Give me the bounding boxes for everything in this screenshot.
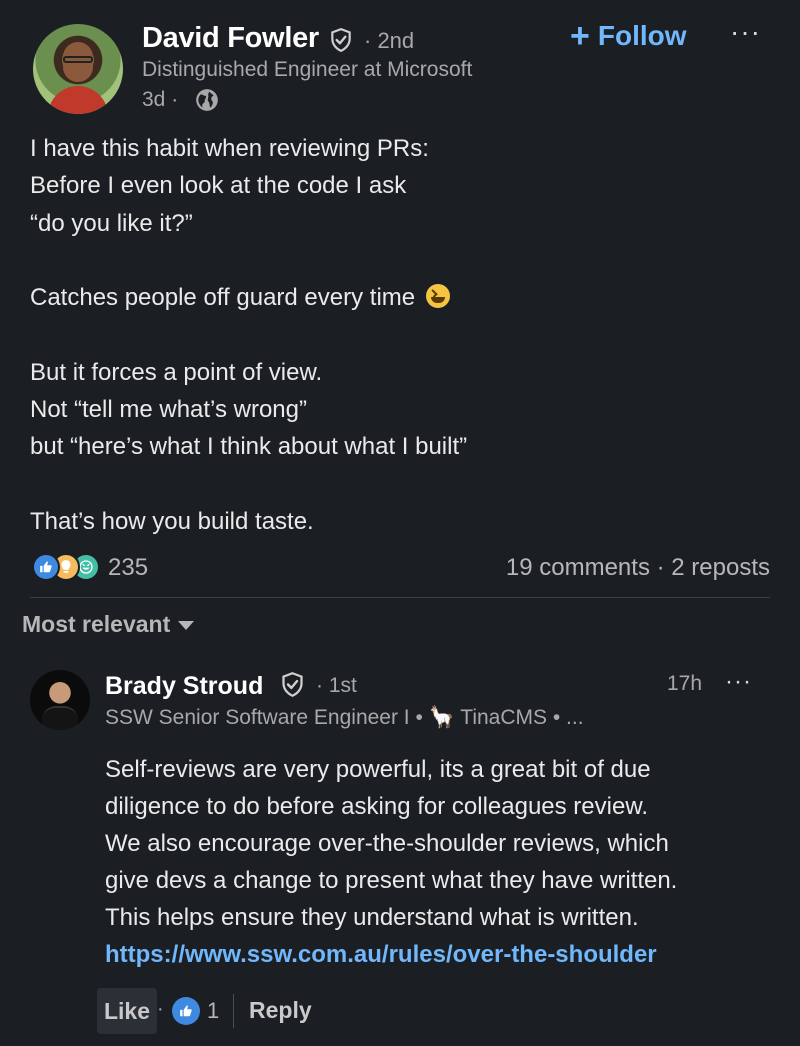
post-text: I have this habit when reviewing PRs: Be… <box>30 130 770 540</box>
laugh-emoji-icon <box>425 284 450 309</box>
comment-like-button[interactable]: Like <box>97 988 157 1034</box>
commenter-degree: · 1st <box>316 674 357 697</box>
post-line: “do you like it?” <box>30 209 193 237</box>
sort-label: Most relevant <box>22 611 171 637</box>
post-line: That’s how you build taste. <box>30 507 314 535</box>
connection-degree: · 2nd <box>364 28 415 53</box>
sort-dropdown[interactable]: Most relevant <box>22 611 195 638</box>
comment-line: diligence to do before asking for collea… <box>105 793 648 820</box>
verified-icon <box>282 672 303 697</box>
like-reaction-icon[interactable] <box>172 997 200 1025</box>
commenter-name[interactable]: Brady Stroud <box>105 672 263 701</box>
comment-line: Self-reviews are very powerful, its a gr… <box>105 756 651 783</box>
action-divider <box>233 994 234 1028</box>
post-time: 3d · <box>142 88 179 111</box>
reaction-icons[interactable] <box>32 553 112 583</box>
reaction-count[interactable]: 235 <box>108 554 148 582</box>
comments-reposts-count[interactable]: 19 comments · 2 reposts <box>506 554 770 582</box>
post-line: Catches people off guard every time <box>30 284 416 312</box>
comment-more-icon[interactable]: ··· <box>725 668 752 696</box>
follow-label: Follow <box>597 20 687 51</box>
divider <box>30 597 770 598</box>
comment-link[interactable]: https://www.ssw.com.au/rules/over-the-sh… <box>105 941 657 968</box>
post-line-with-emoji: Catches people off guard every time <box>30 279 770 316</box>
comment-like-count[interactable]: 1 <box>207 998 219 1024</box>
post-line <box>30 242 770 279</box>
post-line: But it forces a point of view. <box>30 358 323 386</box>
post-line: I have this habit when reviewing PRs: <box>30 135 429 162</box>
reply-button[interactable]: Reply <box>249 997 312 1024</box>
post-line: Before I even look at the code I ask <box>30 172 407 200</box>
post-line: but “here’s what I think about what I bu… <box>30 433 468 461</box>
globe-icon <box>196 89 218 111</box>
comment-line: This helps ensure they understand what i… <box>105 904 639 931</box>
separator-dot: · <box>157 998 164 1020</box>
comment-time: 17h <box>667 672 703 695</box>
plus-icon: + <box>570 17 590 55</box>
post-line <box>30 466 770 503</box>
comment-line: We also encourage over-the-shoulder revi… <box>105 830 669 857</box>
commenter-headline: SSW Senior Software Engineer I • 🦙 TinaC… <box>105 706 584 729</box>
commenter-avatar[interactable] <box>30 670 90 730</box>
verified-icon <box>331 28 351 53</box>
like-reaction-icon <box>32 553 60 581</box>
caret-down-icon <box>178 621 195 630</box>
author-avatar[interactable] <box>33 24 123 114</box>
comment-line: give devs a change to present what they … <box>105 867 678 894</box>
post-more-icon[interactable]: ··· <box>730 16 761 48</box>
post-line <box>30 316 770 353</box>
comment-text: Self-reviews are very powerful, its a gr… <box>105 751 775 973</box>
follow-button[interactable]: + Follow <box>570 16 687 56</box>
author-headline: Distinguished Engineer at Microsoft <box>142 58 473 81</box>
post-line: Not “tell me what’s wrong” <box>30 396 307 424</box>
author-name[interactable]: David Fowler <box>142 22 319 55</box>
